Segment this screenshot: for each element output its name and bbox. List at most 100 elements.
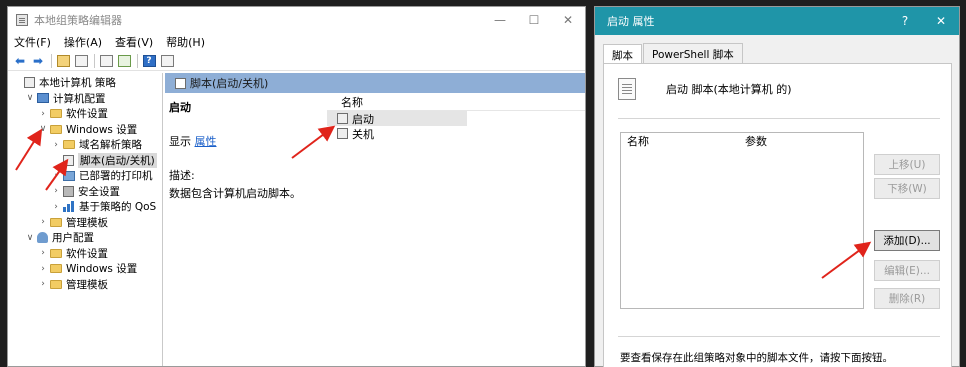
chevron-right-icon[interactable]: › bbox=[38, 217, 48, 227]
dialog-close-button[interactable]: ✕ bbox=[923, 14, 959, 28]
scripts-heading-row: 启动 脚本(本地计算机 的) bbox=[618, 78, 792, 100]
script-list-header: 名称 参数 bbox=[621, 133, 863, 149]
show-hide-tree-icon[interactable] bbox=[73, 53, 89, 69]
chevron-right-icon[interactable]: › bbox=[51, 186, 61, 196]
tree-item-label: 软件设置 bbox=[66, 108, 108, 121]
up-folder-icon[interactable] bbox=[55, 53, 71, 69]
tree-item[interactable]: › 管理模板 bbox=[8, 277, 162, 293]
tree-item-label: 用户配置 bbox=[52, 232, 94, 245]
policy-editor-app-icon bbox=[16, 14, 28, 26]
tree-item-label: Windows 设置 bbox=[66, 263, 138, 276]
params-column[interactable]: 参数 bbox=[745, 133, 767, 149]
tree-item[interactable]: 本地计算机 策略 bbox=[8, 75, 162, 91]
toolbar: ⬅ ➡ ? bbox=[8, 51, 585, 71]
maximize-button[interactable]: ☐ bbox=[517, 7, 551, 33]
description-label: 描述: bbox=[169, 169, 195, 182]
dialog-title: 启动 属性 bbox=[607, 15, 655, 28]
footer-hint: 要查看保存在此组策略对象中的脚本文件，请按下面按钮。 bbox=[620, 352, 893, 364]
tree-item-label: 本地计算机 策略 bbox=[39, 77, 116, 90]
script-document-icon bbox=[618, 78, 636, 100]
tree-item[interactable]: 脚本(启动/关机) bbox=[8, 152, 162, 169]
list-item-shutdown[interactable]: 关机 bbox=[327, 126, 585, 141]
tree-item[interactable]: › 安全设置 bbox=[8, 184, 162, 200]
script-list[interactable]: 名称 参数 bbox=[620, 132, 864, 309]
menu-help[interactable]: 帮助(H) bbox=[166, 34, 205, 50]
tree-item[interactable]: › 域名解析策略 bbox=[8, 137, 162, 153]
tree-item[interactable]: › 软件设置 bbox=[8, 106, 162, 122]
group-policy-editor-window: 本地组策略编辑器 — ☐ ✕ 文件(F) 操作(A) 查看(V) 帮助(H) ⬅… bbox=[7, 6, 586, 367]
edit-button[interactable]: 编辑(E)... bbox=[874, 260, 940, 281]
menu-action[interactable]: 操作(A) bbox=[64, 34, 102, 50]
close-button[interactable]: ✕ bbox=[551, 7, 585, 33]
chevron-right-icon[interactable]: › bbox=[51, 140, 61, 150]
list-item-label: 关机 bbox=[352, 127, 374, 141]
description-pane: 启动 显示 属性 描述: 数据包含计算机启动脚本。 bbox=[165, 93, 327, 366]
remove-button[interactable]: 删除(R) bbox=[874, 288, 940, 309]
gpe-title-bar: 本地组策略编辑器 — ☐ ✕ bbox=[8, 7, 585, 33]
tab-scripts[interactable]: 脚本 bbox=[603, 44, 642, 64]
divider bbox=[618, 118, 940, 119]
tree-item[interactable]: › 基于策略的 QoS bbox=[8, 199, 162, 215]
tree-item[interactable]: › Windows 设置 bbox=[8, 261, 162, 277]
description-text: 数据包含计算机启动脚本。 bbox=[169, 187, 301, 200]
minimize-button[interactable]: — bbox=[483, 7, 517, 33]
chevron-down-icon[interactable]: ∨ bbox=[25, 93, 35, 103]
user-icon bbox=[37, 232, 48, 244]
tree-item[interactable]: › 软件设置 bbox=[8, 246, 162, 262]
folder-icon bbox=[50, 124, 62, 134]
chevron-down-icon[interactable]: ∨ bbox=[38, 124, 48, 134]
back-arrow-icon[interactable]: ⬅ bbox=[12, 53, 28, 69]
export-list-icon[interactable] bbox=[116, 53, 132, 69]
policy-tree: 本地计算机 策略 ∨ 计算机配置 › 软件设置 ∨ Windows 设置 › 域名解析策略 脚本(… bbox=[8, 73, 163, 366]
help-icon[interactable]: ? bbox=[141, 53, 157, 69]
toolbar-separator bbox=[137, 53, 138, 68]
tree-item-label: 脚本(启动/关机) bbox=[78, 152, 157, 168]
folder-icon bbox=[50, 264, 62, 274]
toolbar-separator bbox=[94, 53, 95, 68]
tree-item-label: Windows 设置 bbox=[66, 123, 138, 136]
name-column[interactable]: 名称 bbox=[627, 133, 745, 149]
tree-item[interactable]: ∨ 计算机配置 bbox=[8, 91, 162, 107]
folder-icon bbox=[63, 140, 75, 150]
move-down-button[interactable]: 下移(W) bbox=[874, 178, 940, 199]
name-column-header[interactable]: 名称 bbox=[327, 93, 585, 111]
lock-icon bbox=[63, 185, 74, 197]
tree-item[interactable]: ∨ 用户配置 bbox=[8, 230, 162, 246]
tab-powershell-scripts[interactable]: PowerShell 脚本 bbox=[643, 43, 743, 63]
view-pane-icon[interactable] bbox=[159, 53, 175, 69]
chevron-right-icon[interactable]: › bbox=[38, 248, 48, 258]
chevron-down-icon[interactable]: ∨ bbox=[25, 233, 35, 243]
item-list: 名称 启动 关机 bbox=[327, 93, 585, 366]
add-button[interactable]: 添加(D)... bbox=[874, 230, 940, 251]
tree-item-label: 计算机配置 bbox=[53, 92, 106, 105]
tree-item-label: 软件设置 bbox=[66, 247, 108, 260]
toolbar-separator bbox=[51, 53, 52, 68]
divider bbox=[618, 336, 940, 337]
tree-item[interactable]: ∨ Windows 设置 bbox=[8, 122, 162, 138]
chevron-right-icon[interactable]: › bbox=[38, 109, 48, 119]
startup-properties-dialog: 启动 属性 ? ✕ 脚本 PowerShell 脚本 启动 脚本(本地计算机 的… bbox=[594, 6, 960, 367]
show-label: 显示 bbox=[169, 135, 191, 148]
menu-view[interactable]: 查看(V) bbox=[115, 34, 153, 50]
properties-icon[interactable] bbox=[98, 53, 114, 69]
list-item-startup[interactable]: 启动 bbox=[327, 111, 467, 126]
help-button[interactable]: ? bbox=[887, 14, 923, 28]
content-header-title: 脚本(启动/关机) bbox=[190, 77, 269, 90]
chevron-right-icon[interactable]: › bbox=[38, 279, 48, 289]
policy-icon bbox=[24, 77, 35, 89]
forward-arrow-icon[interactable]: ➡ bbox=[30, 53, 46, 69]
folder-icon bbox=[50, 109, 62, 119]
tree-item[interactable]: › 已部署的打印机 bbox=[8, 168, 162, 184]
menu-file[interactable]: 文件(F) bbox=[14, 34, 51, 50]
content-pane: 脚本(启动/关机) 启动 显示 属性 描述: 数据包含计算机启动脚本。 名称 启… bbox=[165, 73, 585, 366]
tree-item-label: 已部署的打印机 bbox=[79, 170, 153, 183]
properties-link[interactable]: 属性 bbox=[195, 135, 217, 148]
tree-item[interactable]: › 管理模板 bbox=[8, 215, 162, 231]
tree-item-label: 管理模板 bbox=[66, 216, 108, 229]
gpe-body: 本地计算机 策略 ∨ 计算机配置 › 软件设置 ∨ Windows 设置 › 域名解析策略 脚本(… bbox=[8, 73, 585, 366]
chevron-right-icon[interactable]: › bbox=[51, 171, 61, 181]
chevron-right-icon[interactable]: › bbox=[38, 264, 48, 274]
chevron-right-icon[interactable]: › bbox=[51, 202, 61, 212]
printer-icon bbox=[63, 170, 75, 181]
move-up-button[interactable]: 上移(U) bbox=[874, 154, 940, 175]
